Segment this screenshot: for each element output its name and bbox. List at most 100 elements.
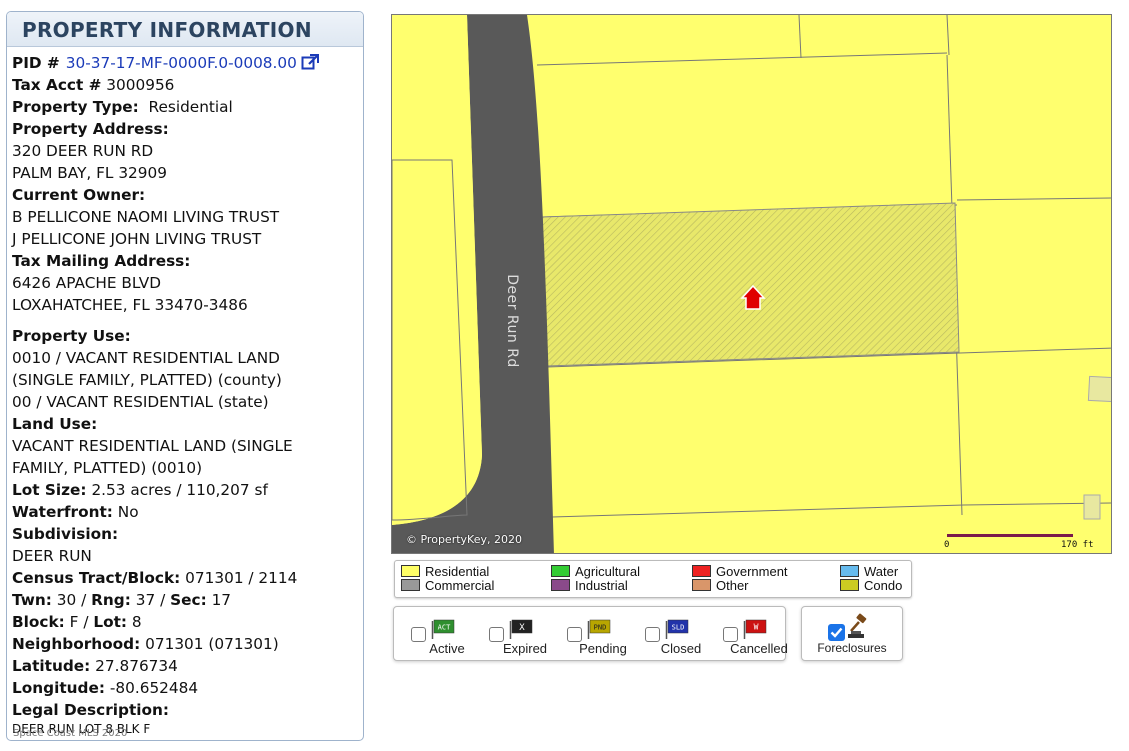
lot-label: Lot: [93, 613, 128, 631]
closed-checkbox[interactable] [645, 627, 660, 642]
other-swatch [692, 579, 711, 591]
expired-flag-icon: X [509, 619, 533, 639]
property-use-line3: 00 / VACANT RESIDENTIAL (state) [12, 393, 269, 411]
land-use-label: Land Use: [12, 415, 98, 433]
pid-label: PID # [12, 54, 60, 72]
cancelled-checkbox[interactable] [723, 627, 738, 642]
pid-link[interactable]: 30-37-17-MF-0000F.0-0008.00 [66, 54, 297, 72]
property-address-line1: 320 DEER RUN RD [12, 142, 154, 160]
neighborhood-label: Neighborhood: [12, 635, 141, 653]
pending-checkbox[interactable] [567, 627, 582, 642]
legend-commercial: Commercial [401, 579, 494, 593]
tax-mailing-line2: LOXAHATCHEE, FL 33470-3486 [12, 296, 248, 314]
road-label: Deer Run Rd [504, 274, 520, 368]
cancelled-label: Cancelled [730, 641, 788, 656]
waterfront-value: No [117, 503, 139, 521]
selected-parcel[interactable] [541, 202, 960, 367]
property-details: PID # 30-37-17-MF-0000F.0-0008.00 Tax Acc… [12, 52, 362, 737]
mls-watermark: Space Coast MLS 2020 [13, 728, 128, 739]
rng-label: Rng: [91, 591, 131, 609]
closed-label: Closed [660, 641, 702, 656]
property-information-panel: PROPERTY INFORMATION PID # 30-37-17-MF-00… [6, 11, 364, 741]
filter-active[interactable]: ACT Active [411, 615, 481, 659]
residential-swatch [401, 565, 420, 577]
svg-text:W: W [754, 623, 759, 632]
filter-closed[interactable]: SLD Closed [645, 615, 715, 659]
foreclosures-checkbox[interactable] [828, 624, 845, 641]
neighborhood-value: 071301 (071301) [145, 635, 279, 653]
land-use-line1: VACANT RESIDENTIAL LAND (SINGLE [12, 437, 293, 455]
map-scale: 0 170 ft [944, 534, 1094, 550]
sec-label: Sec: [170, 591, 207, 609]
legend-industrial: Industrial [551, 579, 628, 593]
property-use-label: Property Use: [12, 327, 131, 345]
foreclosures-filter[interactable]: Foreclosures [801, 606, 903, 661]
parcel-map[interactable]: Deer Run Rd © PropertyKey, 2020 0 170 ft [391, 14, 1112, 554]
pending-flag-icon: PND [587, 619, 611, 639]
lot-value: 8 [131, 613, 142, 631]
listing-status-filters: ACT Active X Expired PND Pending SLD Clo… [393, 606, 788, 661]
scale-bar [947, 534, 1073, 537]
subdivision-label: Subdivision: [12, 525, 119, 543]
active-label: Active [429, 641, 465, 656]
water-swatch [840, 565, 859, 577]
property-type-value: Residential [148, 98, 233, 116]
census-label: Census Tract/Block: [12, 569, 181, 587]
property-address-label: Property Address: [12, 120, 169, 138]
scale-start-label: 0 [944, 540, 950, 550]
tax-acct-value: 3000956 [106, 76, 175, 94]
sec-value: 17 [211, 591, 232, 609]
property-address-line2: PALM BAY, FL 32909 [12, 164, 167, 182]
twn-label: Twn: [12, 591, 52, 609]
census-value: 071301 / 2114 [185, 569, 298, 587]
commercial-swatch [401, 579, 420, 591]
pending-label: Pending [579, 641, 627, 656]
tax-acct-label: Tax Acct # [12, 76, 102, 94]
legend-other: Other [692, 579, 749, 593]
foreclosures-label: Foreclosures [817, 641, 887, 655]
longitude-label: Longitude: [12, 679, 105, 697]
industrial-swatch [551, 579, 570, 591]
lot-size-value: 2.53 acres / 110,207 sf [91, 481, 268, 499]
closed-flag-icon: SLD [665, 619, 689, 639]
agricultural-swatch [551, 565, 570, 577]
scale-end-label: 170 ft [1061, 540, 1094, 550]
active-flag-icon: ACT [431, 619, 455, 639]
twn-value: 30 / [56, 591, 87, 609]
latitude-value: 27.876734 [95, 657, 178, 675]
legend-condo: Condo [840, 579, 902, 593]
external-link-icon[interactable] [301, 54, 319, 70]
longitude-value: -80.652484 [109, 679, 199, 697]
current-owner-label: Current Owner: [12, 186, 146, 204]
expired-label: Expired [502, 641, 548, 656]
gavel-icon [848, 613, 867, 638]
block-value: F / [69, 613, 89, 631]
property-use-line2: (SINGLE FAMILY, PLATTED) (county) [12, 371, 282, 389]
filter-pending[interactable]: PND Pending [567, 615, 637, 659]
svg-text:ACT: ACT [438, 624, 451, 632]
government-swatch [692, 565, 711, 577]
property-type-label: Property Type: [12, 98, 139, 116]
rng-value: 37 / [135, 591, 166, 609]
legal-description-label: Legal Description: [12, 701, 170, 719]
subdivision-value: DEER RUN [12, 547, 92, 565]
expired-checkbox[interactable] [489, 627, 504, 642]
active-checkbox[interactable] [411, 627, 426, 642]
land-use-line2: FAMILY, PLATTED) (0010) [12, 459, 203, 477]
map-copyright: © PropertyKey, 2020 [406, 533, 522, 546]
owner-line1: B PELLICONE NAOMI LIVING TRUST [12, 208, 280, 226]
condo-swatch [840, 579, 859, 591]
waterfront-label: Waterfront: [12, 503, 113, 521]
svg-text:PND: PND [594, 624, 607, 632]
checkmark-icon [830, 627, 843, 638]
filter-cancelled[interactable]: W Cancelled [723, 615, 793, 659]
latitude-label: Latitude: [12, 657, 91, 675]
filter-expired[interactable]: X Expired [489, 615, 559, 659]
owner-line2: J PELLICONE JOHN LIVING TRUST [12, 230, 262, 248]
land-use-legend: Residential Agricultural Government Wate… [394, 560, 912, 598]
legend-agricultural: Agricultural [551, 565, 640, 579]
tax-mailing-label: Tax Mailing Address: [12, 252, 191, 270]
legend-residential: Residential [401, 565, 489, 579]
svg-text:X: X [519, 623, 525, 633]
legend-government: Government [692, 565, 788, 579]
